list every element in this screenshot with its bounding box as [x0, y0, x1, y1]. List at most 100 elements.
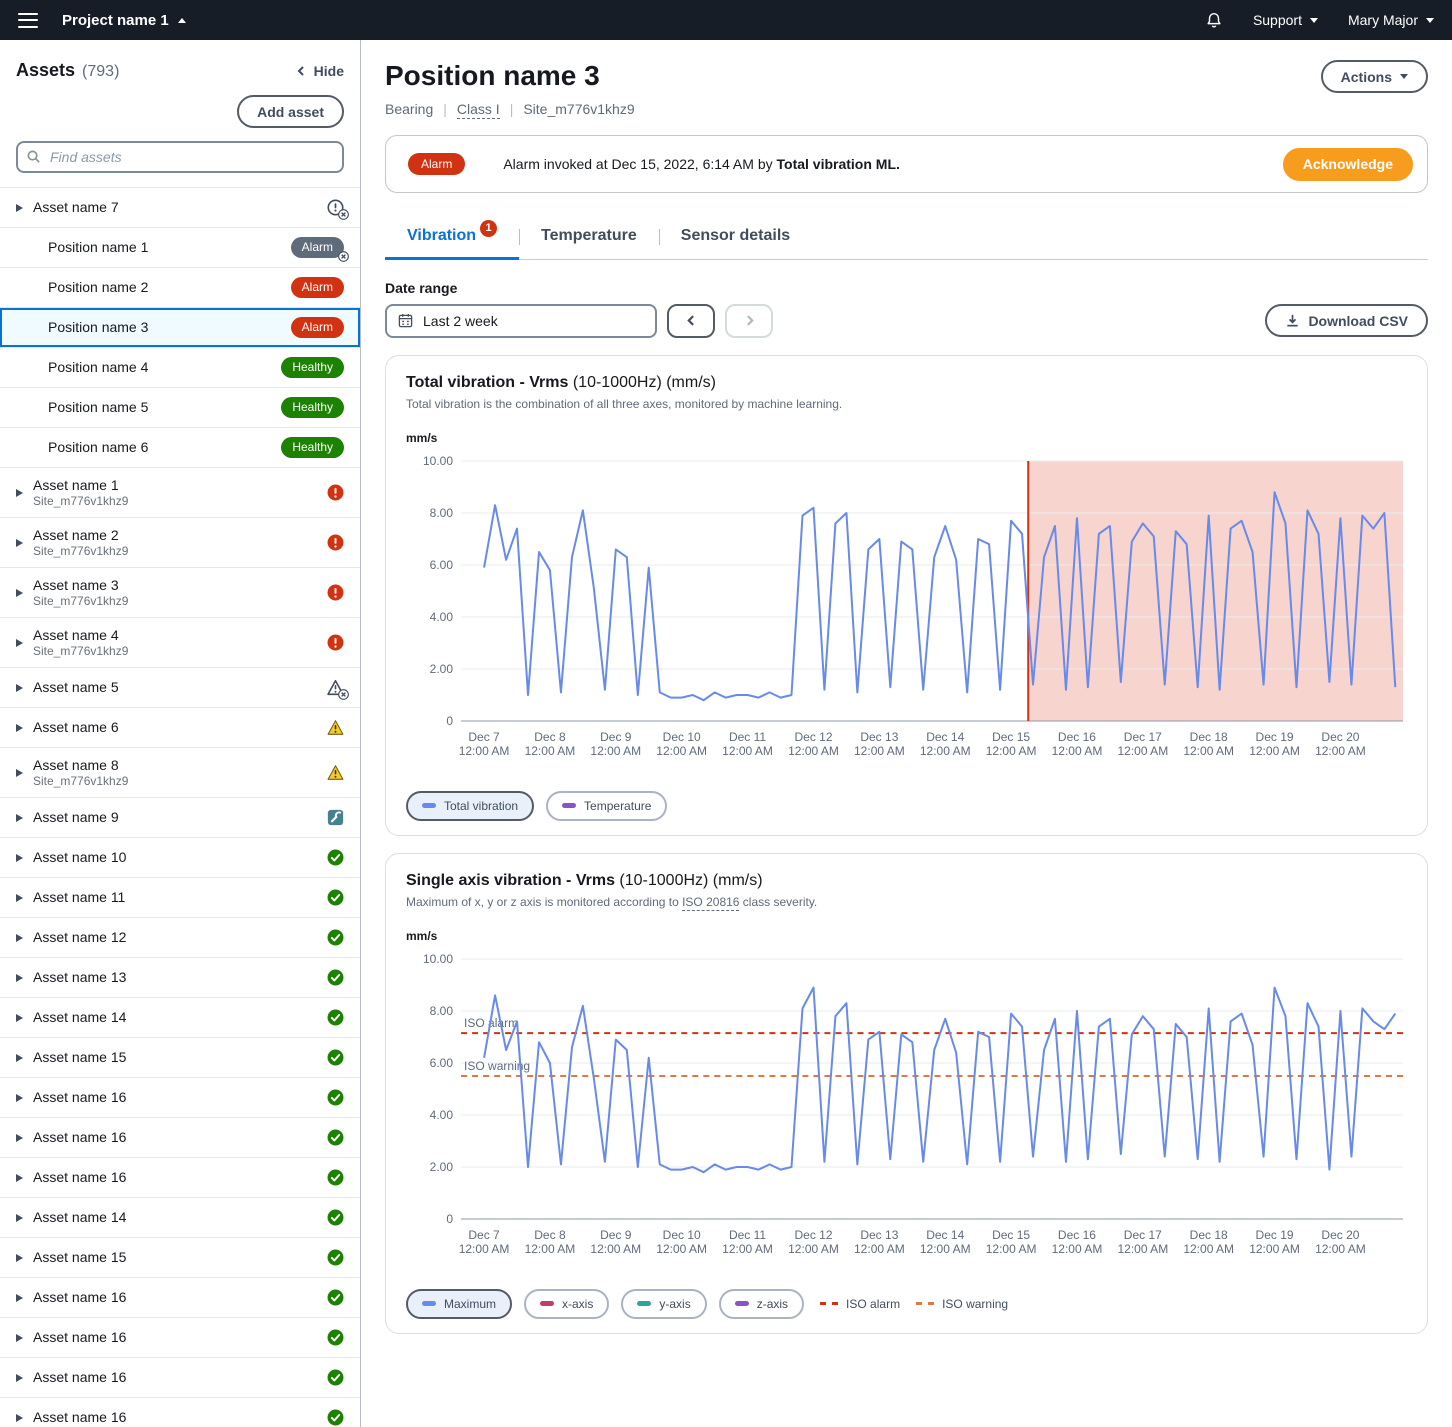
asset-row[interactable]: Asset name 15 [0, 1038, 360, 1078]
chart-legend: Maximumx-axisy-axisz-axisISO alarmISO wa… [406, 1289, 1407, 1319]
expand-icon[interactable] [16, 1054, 23, 1062]
position-row[interactable]: Position name 3Alarm [0, 308, 360, 348]
menu-icon[interactable] [18, 13, 38, 28]
expand-icon[interactable] [16, 639, 23, 647]
expand-icon[interactable] [16, 1334, 23, 1342]
asset-row[interactable]: Asset name 6 [0, 708, 360, 748]
expand-icon[interactable] [16, 204, 23, 212]
asset-row[interactable]: Asset name 13 [0, 958, 360, 998]
svg-text:Dec 11: Dec 11 [729, 730, 766, 744]
position-row[interactable]: Position name 2Alarm [0, 268, 360, 308]
position-row[interactable]: Position name 5Healthy [0, 388, 360, 428]
position-row[interactable]: Position name 4Healthy [0, 348, 360, 388]
asset-search-input[interactable] [16, 141, 344, 173]
expand-icon[interactable] [16, 1414, 23, 1422]
expand-icon[interactable] [16, 1134, 23, 1142]
chart-legend: Total vibration Temperature [406, 791, 1407, 821]
asset-row[interactable]: Asset name 7 [0, 188, 360, 228]
project-selector[interactable]: Project name 1 [62, 12, 186, 29]
expand-icon[interactable] [16, 1254, 23, 1262]
asset-row[interactable]: Asset name 16 [0, 1158, 360, 1198]
svg-text:12:00 AM: 12:00 AM [1183, 744, 1234, 758]
expand-icon[interactable] [16, 539, 23, 547]
expand-icon[interactable] [16, 489, 23, 497]
expand-icon[interactable] [16, 1014, 23, 1022]
acknowledge-button[interactable]: Acknowledge [1283, 148, 1413, 181]
expand-icon[interactable] [16, 684, 23, 692]
expand-icon[interactable] [16, 814, 23, 822]
legend-chip-temperature[interactable]: Temperature [546, 791, 667, 821]
expand-icon[interactable] [16, 724, 23, 732]
expand-icon[interactable] [16, 1294, 23, 1302]
asset-row[interactable]: Asset name 4Site_m776v1khz9 [0, 618, 360, 668]
healthy-icon [327, 1249, 344, 1266]
total-vibration-chart[interactable]: 02.004.006.008.0010.00Dec 712:00 AMDec 8… [406, 449, 1407, 783]
asset-row[interactable]: Asset name 14 [0, 998, 360, 1038]
expand-icon[interactable] [16, 894, 23, 902]
iso-standard-link[interactable]: ISO 20816 [682, 895, 739, 911]
actions-button[interactable]: Actions [1321, 60, 1428, 93]
svg-text:12:00 AM: 12:00 AM [1183, 1242, 1234, 1256]
item-label: Asset name 16 [33, 1408, 126, 1426]
legend-chip-total-vibration[interactable]: Total vibration [406, 791, 534, 821]
asset-row[interactable]: Asset name 16 [0, 1278, 360, 1318]
add-asset-button[interactable]: Add asset [237, 95, 344, 128]
healthy-icon [327, 1089, 344, 1106]
asset-row[interactable]: Asset name 16 [0, 1118, 360, 1158]
expand-icon[interactable] [16, 589, 23, 597]
asset-row[interactable]: Asset name 14 [0, 1198, 360, 1238]
expand-icon[interactable] [16, 1374, 23, 1382]
asset-row[interactable]: Asset name 16 [0, 1078, 360, 1118]
position-row[interactable]: Position name 6Healthy [0, 428, 360, 468]
svg-text:4.00: 4.00 [430, 1108, 454, 1122]
asset-row[interactable]: Asset name 15 [0, 1238, 360, 1278]
asset-row[interactable]: Asset name 12 [0, 918, 360, 958]
prev-range-button[interactable] [667, 304, 715, 338]
asset-row[interactable]: Asset name 9 [0, 798, 360, 838]
main-content: Position name 3 Actions Bearing Class I … [361, 40, 1452, 1427]
asset-row[interactable]: Asset name 3Site_m776v1khz9 [0, 568, 360, 618]
asset-row[interactable]: Asset name 1Site_m776v1khz9 [0, 468, 360, 518]
support-menu[interactable]: Support [1253, 12, 1318, 28]
svg-text:12:00 AM: 12:00 AM [722, 744, 773, 758]
legend-chip-z-axis[interactable]: z-axis [719, 1289, 804, 1319]
expand-icon[interactable] [16, 854, 23, 862]
svg-text:Dec 12: Dec 12 [794, 730, 832, 744]
legend-chip-x-axis[interactable]: x-axis [524, 1289, 609, 1319]
user-menu[interactable]: Mary Major [1348, 12, 1434, 28]
expand-icon[interactable] [16, 1174, 23, 1182]
tab-vibration[interactable]: Vibration1 [385, 217, 519, 259]
notifications-icon[interactable] [1205, 11, 1223, 29]
expand-icon[interactable] [16, 974, 23, 982]
hide-panel-button[interactable]: Hide [295, 63, 344, 79]
tab-sensor-details[interactable]: Sensor details [659, 217, 812, 259]
asset-row[interactable]: Asset name 8Site_m776v1khz9 [0, 748, 360, 798]
asset-row[interactable]: Asset name 16 [0, 1358, 360, 1398]
single-axis-chart[interactable]: 02.004.006.008.0010.00Dec 712:00 AMDec 8… [406, 947, 1407, 1281]
alarm-icon [327, 584, 344, 601]
asset-row[interactable]: Asset name 11 [0, 878, 360, 918]
total-vibration-card: Total vibration - Vrms (10-1000Hz) (mm/s… [385, 355, 1428, 836]
class-info-link[interactable]: Class I [457, 101, 500, 119]
date-range-select[interactable]: Last 2 week [385, 304, 657, 338]
item-label: Asset name 16 [33, 1368, 126, 1386]
calendar-icon [398, 313, 413, 328]
download-csv-button[interactable]: Download CSV [1265, 304, 1428, 337]
expand-icon[interactable] [16, 1214, 23, 1222]
position-row[interactable]: Position name 1Alarm [0, 228, 360, 268]
expand-icon[interactable] [16, 934, 23, 942]
series-swatch [422, 803, 436, 808]
asset-row[interactable]: Asset name 10 [0, 838, 360, 878]
asset-row[interactable]: Asset name 5 [0, 668, 360, 708]
next-range-button[interactable] [725, 304, 773, 338]
tab-temperature[interactable]: Temperature [519, 217, 659, 259]
legend-chip-y-axis[interactable]: y-axis [621, 1289, 706, 1319]
asset-row[interactable]: Asset name 16 [0, 1398, 360, 1427]
expand-icon[interactable] [16, 1094, 23, 1102]
svg-text:0: 0 [446, 1212, 453, 1226]
asset-row[interactable]: Asset name 16 [0, 1318, 360, 1358]
legend-chip-maximum[interactable]: Maximum [406, 1289, 512, 1319]
expand-icon[interactable] [16, 769, 23, 777]
asset-row[interactable]: Asset name 2Site_m776v1khz9 [0, 518, 360, 568]
svg-text:12:00 AM: 12:00 AM [590, 1242, 641, 1256]
